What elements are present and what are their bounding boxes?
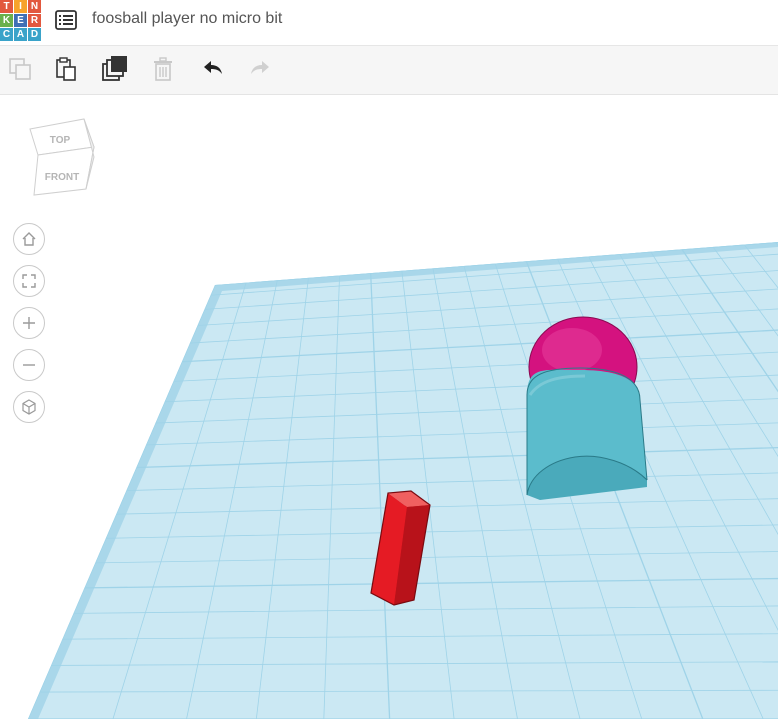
- logo-letter: N: [28, 0, 42, 14]
- redo-icon: [251, 61, 269, 74]
- paste-icon: [56, 57, 76, 81]
- zoom-in-button[interactable]: [13, 307, 45, 339]
- logo-letter: E: [14, 14, 28, 28]
- undo-icon: [204, 61, 222, 74]
- paste-button[interactable]: [51, 54, 81, 84]
- home-icon: [22, 232, 36, 246]
- perspective-toggle-button[interactable]: [13, 391, 45, 423]
- redo-button[interactable]: [245, 54, 275, 84]
- fit-view-button[interactable]: [13, 265, 45, 297]
- view-cube[interactable]: TOP FRONT: [24, 117, 100, 197]
- copy-icon: [9, 58, 31, 80]
- fit-view-icon: [22, 274, 36, 288]
- undo-button[interactable]: [198, 54, 228, 84]
- zoom-in-icon: [23, 317, 35, 329]
- design-title[interactable]: foosball player no micro bit: [92, 10, 282, 28]
- top-header: T I N K E R C A D foosball player no mic…: [0, 0, 778, 46]
- view-cube-front-label: FRONT: [45, 172, 79, 183]
- perspective-icon: [22, 399, 36, 415]
- trash-icon: [154, 57, 172, 81]
- tinkercad-logo[interactable]: T I N K E R C A D: [0, 0, 42, 42]
- logo-letter: I: [14, 0, 28, 14]
- 3d-viewport[interactable]: TOP FRONT: [0, 95, 778, 719]
- workplane-scene[interactable]: [0, 95, 778, 719]
- edit-toolbar: [0, 46, 778, 95]
- logo-letter: R: [28, 14, 42, 28]
- logo-letter: K: [0, 14, 14, 28]
- logo-letter: T: [0, 0, 14, 14]
- logo-letter: D: [28, 28, 42, 42]
- view-cube-top-label: TOP: [50, 135, 71, 146]
- duplicate-icon: [102, 56, 127, 81]
- teal-half-cylinder[interactable]: [526, 367, 648, 500]
- zoom-out-button[interactable]: [13, 349, 45, 381]
- logo-letter: A: [14, 28, 28, 42]
- logo-letter: C: [0, 28, 14, 42]
- copy-button[interactable]: [5, 54, 35, 84]
- duplicate-button[interactable]: [100, 54, 130, 84]
- list-icon[interactable]: [55, 10, 77, 30]
- delete-button[interactable]: [148, 54, 178, 84]
- zoom-out-icon: [23, 364, 35, 366]
- home-view-button[interactable]: [13, 223, 45, 255]
